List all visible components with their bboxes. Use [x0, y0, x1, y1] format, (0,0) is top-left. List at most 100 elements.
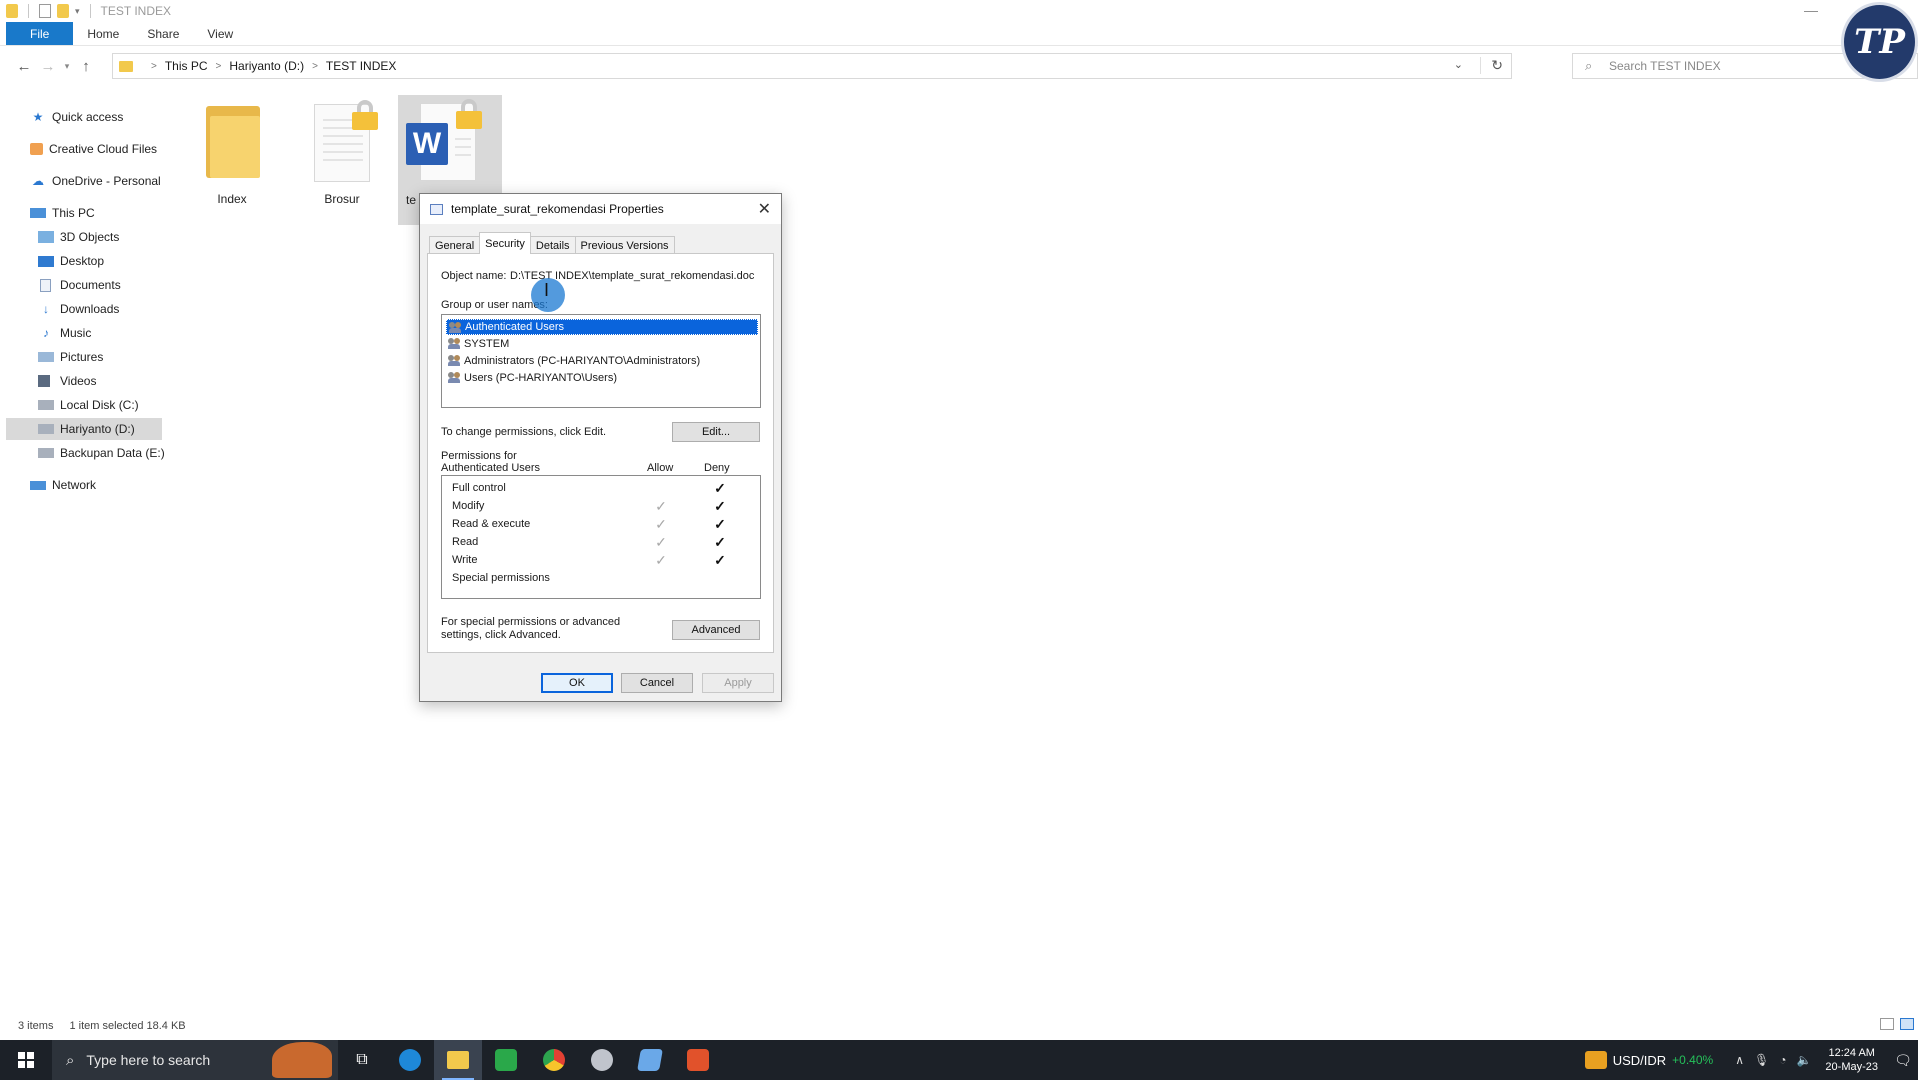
sidebar-item-creative-cloud-files[interactable]: Creative Cloud Files: [30, 138, 192, 160]
tab-security[interactable]: Security: [479, 232, 531, 254]
tab-details[interactable]: Details: [529, 236, 576, 254]
green-app-icon[interactable]: [482, 1040, 530, 1080]
sidebar-item-label: 3D Objects: [60, 230, 120, 244]
sidebar-item-hariyanto-d[interactable]: Hariyanto (D:): [6, 418, 162, 440]
edge-icon[interactable]: [386, 1040, 434, 1080]
forward-arrow-icon[interactable]: →: [36, 58, 60, 75]
edit-button[interactable]: Edit...: [672, 422, 760, 442]
ok-button[interactable]: OK: [541, 673, 613, 693]
table-row: Read & execute ✓ ✓: [452, 516, 752, 532]
properties-dialog: template_surat_rekomendasi Properties ✕ …: [419, 193, 782, 702]
sidebar-item-quick-access[interactable]: ★ Quick access: [30, 106, 192, 128]
breadcrumb-separator-icon[interactable]: >: [151, 61, 157, 72]
music-icon: ♪: [43, 326, 49, 340]
recent-locations-chevron-icon[interactable]: ▾: [60, 61, 74, 72]
microphone-icon[interactable]: 🎙: [1754, 1053, 1769, 1067]
advanced-button[interactable]: Advanced: [672, 620, 760, 640]
group-name: SYSTEM: [464, 338, 510, 350]
sidebar-item-onedrive[interactable]: ☁ OneDrive - Personal: [30, 170, 192, 192]
tab-previous-versions[interactable]: Previous Versions: [574, 236, 675, 254]
customize-toolbar-icon[interactable]: ▾: [75, 6, 80, 17]
start-button[interactable]: [0, 1040, 52, 1080]
address-bar[interactable]: > This PC > Hariyanto (D:) > TEST INDEX …: [112, 53, 1512, 79]
screen-recorder-icon[interactable]: [674, 1040, 722, 1080]
notes-app-icon[interactable]: [626, 1040, 674, 1080]
creative-cloud-icon: [30, 143, 43, 155]
new-folder-icon[interactable]: [57, 4, 69, 18]
back-arrow-icon[interactable]: ←: [12, 58, 36, 75]
ribbon-tabs: File Home Share View: [0, 22, 1918, 46]
address-dropdown-chevron-icon[interactable]: ⌄: [1454, 58, 1463, 71]
sidebar-item-videos[interactable]: Videos: [38, 370, 200, 392]
apply-button[interactable]: Apply: [702, 673, 774, 693]
notification-icon[interactable]: 🗨: [1888, 1052, 1918, 1069]
large-icons-view-icon[interactable]: [1900, 1018, 1914, 1030]
folder-icon: [206, 106, 260, 178]
sidebar-item-label: Music: [60, 326, 92, 340]
lock-icon: [456, 99, 482, 129]
refresh-icon[interactable]: ↻: [1480, 57, 1503, 74]
tab-share[interactable]: Share: [133, 22, 193, 45]
up-arrow-icon[interactable]: ↑: [74, 58, 98, 75]
sidebar-item-desktop[interactable]: Desktop: [38, 250, 200, 272]
cancel-button[interactable]: Cancel: [621, 673, 693, 693]
sidebar-item-network[interactable]: Network: [30, 474, 192, 496]
tab-general[interactable]: General: [429, 236, 481, 254]
group-user-list[interactable]: Authenticated Users SYSTEM Administrator…: [441, 314, 761, 408]
minimize-button[interactable]: —: [1804, 2, 1818, 18]
properties-icon[interactable]: [39, 4, 51, 18]
list-item[interactable]: Users (PC-HARIYANTO\Users): [446, 370, 758, 386]
close-icon[interactable]: ✕: [758, 199, 771, 219]
permission-name: Full control: [452, 482, 506, 494]
currency-widget[interactable]: USD/IDR +0.40%: [1584, 1051, 1713, 1069]
sidebar-item-3d-objects[interactable]: 3D Objects: [38, 226, 200, 248]
list-item[interactable]: SYSTEM: [446, 336, 758, 352]
table-row: Special permissions: [452, 570, 752, 586]
sidebar-item-documents[interactable]: Documents: [38, 274, 200, 296]
breadcrumb-test-index[interactable]: TEST INDEX: [326, 59, 396, 73]
window-title-bar: ▾ TEST INDEX —: [0, 0, 1918, 22]
app-swirl-icon[interactable]: [578, 1040, 626, 1080]
divider: [89, 4, 91, 18]
clock[interactable]: 12:24 AM 20-May-23: [1825, 1046, 1878, 1074]
channel-logo: TP: [1841, 2, 1918, 82]
tab-file[interactable]: File: [6, 22, 74, 45]
users-icon: [448, 372, 462, 383]
list-item[interactable]: Administrators (PC-HARIYANTO\Administrat…: [446, 353, 758, 369]
users-icon: [448, 355, 462, 366]
sidebar-item-pictures[interactable]: Pictures: [38, 346, 200, 368]
sidebar-item-this-pc[interactable]: This PC: [30, 202, 192, 224]
sidebar-item-downloads[interactable]: ↓ Downloads: [38, 298, 200, 320]
file-item-index-folder[interactable]: Index: [182, 98, 282, 210]
tab-home[interactable]: Home: [73, 22, 133, 45]
users-icon: [449, 322, 463, 333]
tab-view[interactable]: View: [193, 22, 247, 45]
cloud-icon: ☁: [32, 174, 44, 188]
breadcrumb-separator-icon[interactable]: >: [216, 61, 222, 72]
dialog-title-bar: template_surat_rekomendasi Properties ✕: [420, 194, 781, 224]
breadcrumb-this-pc[interactable]: This PC: [165, 59, 208, 73]
picture-icon: [38, 352, 54, 362]
sidebar-item-label: Videos: [60, 374, 97, 388]
sidebar-item-label: Desktop: [60, 254, 105, 268]
dialog-tabs: General Security Details Previous Versio…: [429, 232, 675, 254]
sidebar-item-music[interactable]: ♪ Music: [38, 322, 200, 344]
list-item[interactable]: Authenticated Users: [446, 319, 758, 335]
wifi-icon[interactable]: ◔: [1779, 1053, 1786, 1067]
deny-check-icon: ✓: [714, 498, 726, 514]
allow-check-icon: ✓: [655, 552, 667, 568]
taskbar-search-input[interactable]: ⌕ Type here to search: [52, 1040, 338, 1080]
properties-icon: [430, 203, 443, 215]
file-item-brosur[interactable]: Brosur: [292, 98, 392, 210]
breadcrumb-drive-d[interactable]: Hariyanto (D:): [229, 59, 304, 73]
task-view-icon[interactable]: ⧉: [338, 1040, 386, 1080]
details-view-icon[interactable]: [1880, 1018, 1894, 1030]
search-placeholder: Search TEST INDEX: [1609, 59, 1721, 73]
chrome-icon[interactable]: [530, 1040, 578, 1080]
sidebar-item-local-disk-c[interactable]: Local Disk (C:): [38, 394, 200, 416]
breadcrumb-separator-icon[interactable]: >: [312, 61, 318, 72]
file-explorer-icon[interactable]: [434, 1040, 482, 1080]
sidebar-item-backupan-data-e[interactable]: Backupan Data (E:): [38, 442, 200, 464]
chevron-up-icon[interactable]: ∧: [1735, 1053, 1744, 1067]
volume-icon[interactable]: 🔈: [1796, 1053, 1811, 1067]
